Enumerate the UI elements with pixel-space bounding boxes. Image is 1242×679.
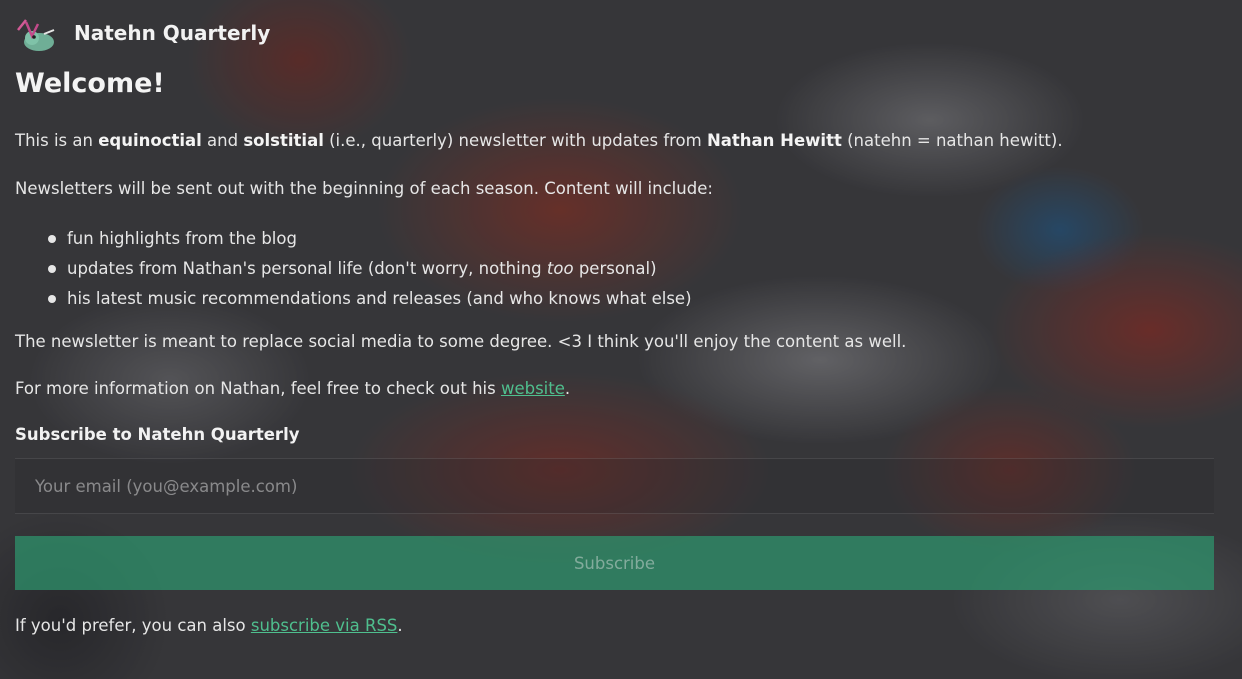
intro-bold-solstitial: solstitial — [243, 131, 324, 150]
list-item-text: personal) — [573, 259, 657, 278]
intro-text: (natehn = nathan hewitt). — [841, 131, 1063, 150]
list-item-text: fun highlights from the blog — [67, 229, 297, 248]
list-item-text: updates from Nathan's personal life (don… — [67, 259, 547, 278]
subscribe-button[interactable]: Subscribe — [15, 536, 1214, 590]
rss-text: . — [397, 616, 403, 635]
list-item-text: his latest music recommendations and rel… — [67, 289, 692, 308]
rss-text: If you'd prefer, you can also — [15, 616, 251, 635]
more-info-text: For more information on Nathan, feel fre… — [15, 379, 501, 398]
website-link[interactable]: website — [501, 379, 565, 398]
intro-text: and — [201, 131, 244, 150]
bullet-icon — [48, 295, 56, 303]
page-title: Welcome! — [15, 68, 165, 99]
list-item: fun highlights from the blog — [15, 224, 692, 254]
rss-subscribe-link[interactable]: subscribe via RSS — [251, 616, 398, 635]
schedule-paragraph: Newsletters will be sent out with the be… — [15, 179, 713, 198]
bullet-icon — [48, 235, 56, 243]
intro-bold-equinoctial: equinoctial — [98, 131, 202, 150]
list-item: his latest music recommendations and rel… — [15, 284, 692, 314]
header: Natehn Quarterly — [14, 12, 270, 54]
intro-text: This is an — [15, 131, 99, 150]
intro-text: (i.e., quarterly) newsletter with update… — [323, 131, 707, 150]
subscribe-title: Subscribe to Natehn Quarterly — [15, 425, 300, 444]
intro-bold-name: Nathan Hewitt — [706, 131, 842, 150]
bird-logo-icon — [17, 19, 55, 51]
more-info-paragraph: For more information on Nathan, feel fre… — [15, 378, 570, 400]
more-info-text: . — [564, 379, 571, 398]
email-field[interactable] — [15, 458, 1214, 514]
list-item-emphasis: too — [546, 259, 574, 278]
rss-paragraph: If you'd prefer, you can also subscribe … — [15, 615, 403, 637]
content-list: fun highlights from the blog updates fro… — [15, 224, 692, 314]
site-name[interactable]: Natehn Quarterly — [74, 21, 270, 45]
purpose-paragraph: The newsletter is meant to replace socia… — [15, 332, 907, 351]
bullet-icon — [48, 265, 56, 273]
intro-paragraph: This is an equinoctial and solstitial (i… — [15, 130, 1063, 152]
page-content: Natehn Quarterly Welcome! This is an equ… — [0, 0, 1242, 679]
list-item: updates from Nathan's personal life (don… — [15, 254, 692, 284]
